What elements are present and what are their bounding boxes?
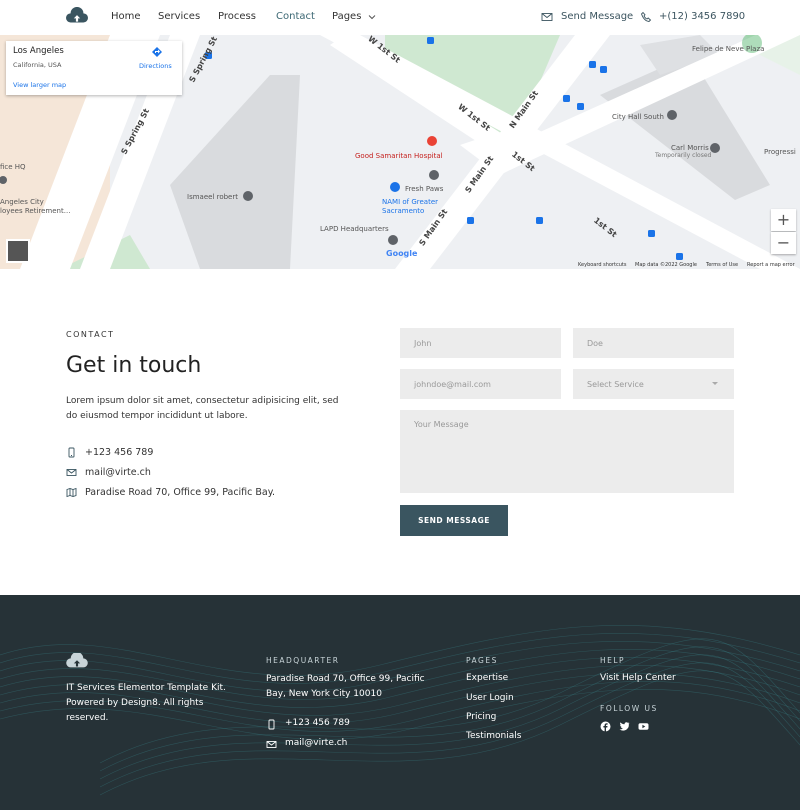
footer-follow-heading: FOLLOW US [600,704,658,713]
zoom-out-button[interactable]: − [771,232,796,254]
contact-phone[interactable]: +123 456 789 [85,447,153,458]
contact-address: Paradise Road 70, Office 99, Pacific Bay… [85,486,276,498]
map-data-attribution: Map data ©2022 Google [635,262,697,268]
nav-home[interactable]: Home [111,11,141,22]
map-label-ismaeel[interactable]: Ismaeel robert [187,193,238,201]
directions-link[interactable]: Directions [139,62,172,70]
envelope-icon [66,468,77,476]
map-layers-button[interactable] [6,239,30,263]
footer-help-heading: HELP [600,656,626,665]
zoom-in-button[interactable]: + [771,209,796,231]
contact-email[interactable]: mail@virte.ch [85,467,151,478]
map-label-office-hq[interactable]: fice HQ [0,163,26,171]
map-icon [66,487,77,497]
envelope-icon [266,741,277,748]
contact-phone-row: +123 456 789 [66,445,153,459]
footer-email[interactable]: mail@virte.ch [285,738,347,748]
page-title: Get in touch [66,353,202,378]
twitter-icon[interactable] [619,721,630,732]
phone-icon [640,11,652,22]
map-label-fresh-paws[interactable]: Fresh Paws [405,185,443,193]
message-textarea[interactable]: Your Message [400,410,734,493]
contact-eyebrow: CONTACT [66,330,115,339]
mobile-phone-icon [268,719,275,730]
service-select-value: Select Service [587,379,644,389]
footer-pages-heading: PAGES [466,656,498,665]
chevron-down-icon[interactable] [367,12,377,22]
map-place-title: Los Angeles [13,46,64,56]
map-label-temporarily-closed: Temporarily closed [655,152,712,159]
map-label-progress[interactable]: Progressi [764,148,796,156]
facebook-icon[interactable] [600,721,611,732]
last-name-input[interactable]: Doe [573,328,734,358]
footer-hq-heading: HEADQUARTER [266,656,340,665]
nav-contact[interactable]: Contact [276,11,315,22]
nav-services[interactable]: Services [158,11,200,22]
footer-link-expertise[interactable]: Expertise [466,673,508,683]
map-label-carl-morris[interactable]: Carl Morris [671,144,709,152]
contact-email-row: mail@virte.ch [66,465,151,479]
keyboard-shortcuts-link[interactable]: Keyboard shortcuts [578,262,626,268]
nav-pages[interactable]: Pages [332,11,361,22]
google-logo: Google [386,249,418,258]
terms-link[interactable]: Terms of Use [706,262,738,268]
map-label-retirement[interactable]: loyees Retirement... [0,207,70,215]
send-message-button[interactable]: SEND MESSAGE [400,505,508,536]
cloud-upload-logo-icon[interactable] [66,7,88,27]
site-footer: IT Services Elementor Template Kit. Powe… [0,595,800,810]
map-label-city-hall[interactable]: City Hall South [612,113,664,121]
site-header: Home Services Process Contact Pages Send… [0,0,800,35]
view-larger-map-link[interactable]: View larger map [13,81,66,89]
footer-help-center-link[interactable]: Visit Help Center [600,673,676,683]
envelope-icon [541,13,553,21]
footer-about: IT Services Elementor Template Kit. Powe… [66,683,226,723]
select-caret-icon [712,382,718,385]
embedded-map[interactable]: Los Angeles California, USA View larger … [0,35,800,269]
contact-description: Lorem ipsum dolor sit amet, consectetur … [66,396,339,421]
map-place-subtitle: California, USA [13,61,62,69]
footer-link-pricing[interactable]: Pricing [466,712,496,722]
first-name-input[interactable]: John [400,328,561,358]
header-send-message-link[interactable]: Send Message [561,11,633,22]
footer-link-user-login[interactable]: User Login [466,693,514,703]
footer-hq-address: Paradise Road 70, Office 99, Pacific Bay… [266,674,425,699]
map-place-card: Los Angeles California, USA View larger … [6,41,182,95]
report-error-link[interactable]: Report a map error [747,262,795,268]
map-label-angeles-city[interactable]: Angeles City [0,198,44,206]
cloud-upload-footer-logo-icon[interactable] [66,653,88,671]
map-label-hospital[interactable]: Good Samaritan Hospital [355,152,443,160]
header-phone[interactable]: +(12) 3456 7890 [659,11,745,22]
map-label-felipe[interactable]: Felipe de Neve Plaza [692,45,764,53]
youtube-icon[interactable] [638,721,649,732]
email-input[interactable]: johndoe@mail.com [400,369,561,399]
service-select[interactable]: Select Service [573,369,734,399]
footer-link-testimonials[interactable]: Testimonials [466,731,521,741]
directions-icon[interactable] [151,46,163,60]
contact-address-row: Paradise Road 70, Office 99, Pacific Bay… [66,485,275,499]
map-label-lapd[interactable]: LAPD Headquarters [320,225,389,233]
mobile-phone-icon [68,447,75,457]
footer-phone[interactable]: +123 456 789 [285,718,350,728]
nav-process[interactable]: Process [218,11,256,22]
